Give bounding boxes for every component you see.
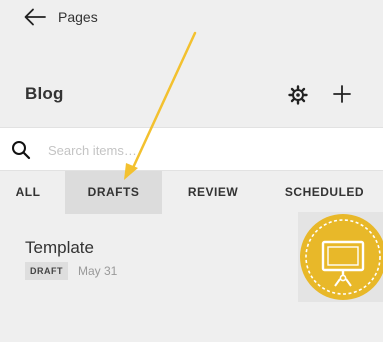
- plus-icon: [333, 85, 351, 103]
- tab-review[interactable]: REVIEW: [168, 171, 258, 214]
- item-date: May 31: [78, 264, 118, 278]
- item-thumbnail: [298, 212, 383, 302]
- search-bar: [0, 127, 383, 171]
- tab-drafts[interactable]: DRAFTS: [65, 171, 162, 214]
- gear-icon: [288, 85, 308, 105]
- filter-tabs: ALL DRAFTS REVIEW SCHEDULED: [0, 171, 383, 214]
- page-title: Blog: [25, 84, 64, 103]
- top-bar: Pages: [0, 0, 383, 36]
- monitor-icon: [300, 214, 383, 300]
- list-item[interactable]: Template DRAFT May 31: [0, 212, 383, 304]
- search-icon: [11, 140, 31, 160]
- settings-button[interactable]: [287, 84, 309, 106]
- search-input[interactable]: [46, 138, 350, 162]
- back-button[interactable]: [24, 8, 46, 26]
- add-button[interactable]: [331, 83, 353, 105]
- status-badge: DRAFT: [25, 262, 68, 280]
- item-title: Template: [25, 238, 94, 257]
- arrow-left-icon: [24, 8, 46, 26]
- tab-scheduled[interactable]: SCHEDULED: [272, 171, 377, 214]
- tab-all[interactable]: ALL: [0, 171, 56, 214]
- back-link-label[interactable]: Pages: [58, 9, 98, 25]
